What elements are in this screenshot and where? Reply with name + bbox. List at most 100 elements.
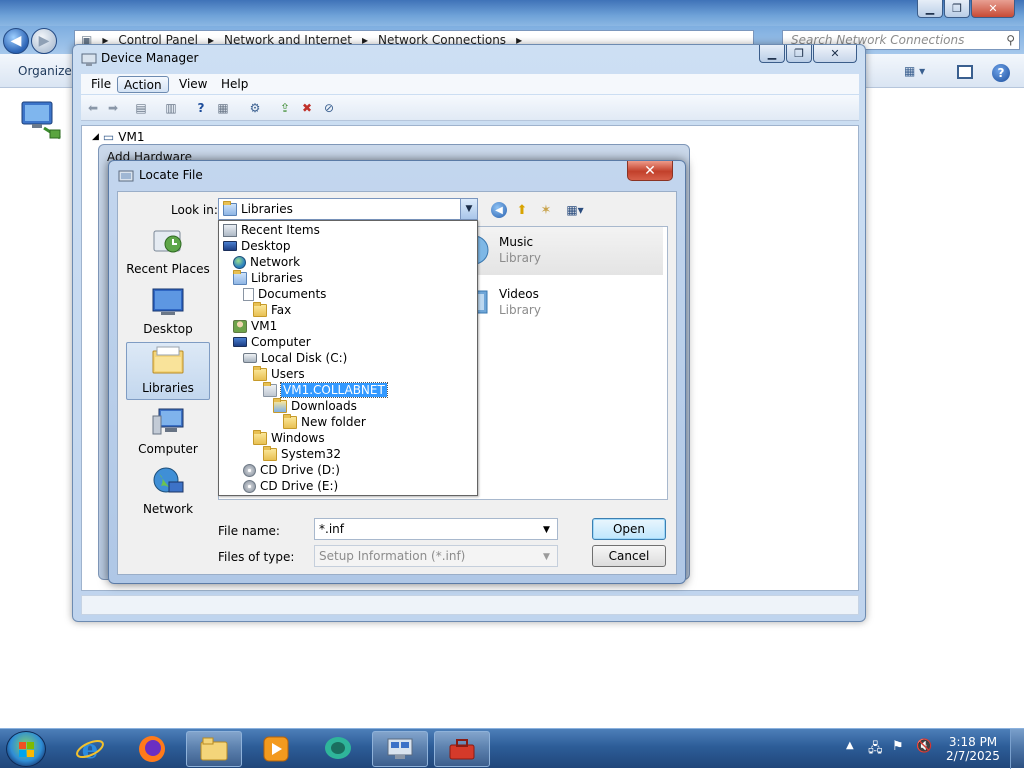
preview-pane-icon[interactable] bbox=[957, 65, 973, 79]
forward-button[interactable]: ▶ bbox=[31, 28, 57, 54]
close-button[interactable]: ✕ bbox=[971, 0, 1015, 18]
dropdown-item-label: Documents bbox=[258, 287, 327, 301]
menu-view[interactable]: View bbox=[173, 76, 213, 93]
change-view-icon[interactable]: ▦ ▾ bbox=[904, 64, 940, 80]
caption-buttons: ▁ ❐ ✕ bbox=[759, 45, 859, 63]
up-one-level-icon[interactable]: ⬆ bbox=[513, 201, 531, 219]
place-desktop[interactable]: Desktop bbox=[126, 282, 210, 340]
chevron-down-icon[interactable]: ▼ bbox=[543, 552, 550, 562]
network-tray-icon[interactable]: 🖧 bbox=[868, 739, 883, 761]
organize-button[interactable]: Organize bbox=[18, 64, 72, 78]
dropdown-item-fax[interactable]: Fax bbox=[253, 301, 291, 318]
taskbar-firefox[interactable] bbox=[124, 731, 180, 767]
show-hidden-icons-icon[interactable]: ▲ bbox=[846, 740, 854, 751]
place-label: Network bbox=[142, 502, 194, 516]
dropdown-item-vm1-collabnet[interactable]: VM1.COLLABNET bbox=[263, 381, 388, 398]
minimize-button[interactable]: ▁ bbox=[917, 0, 943, 18]
downloads-folder-icon bbox=[273, 397, 287, 413]
dropdown-item-libraries[interactable]: Libraries bbox=[233, 269, 303, 286]
recent-items-icon bbox=[223, 223, 237, 237]
dropdown-item-windows[interactable]: Windows bbox=[253, 429, 325, 446]
close-button[interactable]: ✕ bbox=[813, 45, 857, 63]
close-icon: ✕ bbox=[644, 162, 656, 179]
forward-icon[interactable]: ➡ bbox=[105, 100, 121, 116]
maximize-button[interactable]: ❐ bbox=[786, 45, 812, 63]
dropdown-item-label: Network bbox=[250, 255, 301, 269]
dropdown-item-vm1[interactable]: VM1 bbox=[233, 318, 277, 334]
tree-root[interactable]: ◢ ▭ VM1 bbox=[92, 130, 144, 144]
dropdown-item-system32[interactable]: System32 bbox=[263, 445, 341, 462]
taskbar-device-manager[interactable] bbox=[372, 731, 428, 767]
start-button[interactable] bbox=[6, 731, 46, 767]
menu-help[interactable]: Help bbox=[215, 76, 254, 93]
open-button[interactable]: Open bbox=[592, 518, 666, 540]
system-clock[interactable]: 3:18 PM 2/7/2025 bbox=[942, 735, 1004, 763]
place-label: Desktop bbox=[143, 322, 193, 336]
volume-muted-icon[interactable]: 🔇 bbox=[916, 739, 932, 754]
network-adapter-icon[interactable] bbox=[20, 98, 64, 142]
details-icon[interactable]: ▦ bbox=[215, 100, 231, 116]
taskbar-toolbox[interactable] bbox=[434, 731, 490, 767]
chevron-down-icon: ▼ bbox=[465, 204, 473, 214]
maximize-button[interactable]: ❐ bbox=[944, 0, 970, 18]
chevron-down-icon[interactable]: ▼ bbox=[543, 525, 550, 535]
media-player-icon bbox=[263, 736, 289, 762]
action-center-flag-icon[interactable]: ⚑ bbox=[892, 739, 904, 754]
properties-icon[interactable]: ▥ bbox=[163, 100, 179, 116]
taskbar-chat[interactable] bbox=[310, 731, 366, 767]
back-icon[interactable]: ◀ bbox=[491, 202, 507, 218]
place-computer[interactable]: Computer bbox=[126, 402, 210, 460]
dropdown-item-new-folder[interactable]: New folder bbox=[283, 413, 366, 430]
dropdown-item-documents[interactable]: Documents bbox=[243, 286, 326, 302]
uninstall-icon[interactable]: ✖ bbox=[299, 100, 315, 116]
folder-icon bbox=[253, 365, 267, 381]
menu-action[interactable]: Action bbox=[117, 76, 169, 93]
view-menu-icon[interactable]: ▦▾ bbox=[562, 201, 588, 219]
dropdown-item-label: Users bbox=[271, 367, 305, 381]
dropdown-item-downloads[interactable]: Downloads bbox=[273, 397, 357, 414]
scan-hardware-icon[interactable]: ⚙ bbox=[247, 100, 263, 116]
look-in-combobox[interactable]: Libraries bbox=[218, 198, 478, 220]
taskbar-media-player[interactable] bbox=[248, 731, 304, 767]
place-libraries[interactable]: Libraries bbox=[126, 342, 210, 400]
disable-device-icon[interactable]: ⊘ bbox=[321, 100, 337, 116]
dropdown-item-cd-drive-e[interactable]: CD Drive (E:) bbox=[243, 478, 338, 494]
dropdown-item-label: CD Drive (E:) bbox=[260, 479, 339, 493]
cancel-button[interactable]: Cancel bbox=[592, 545, 666, 567]
show-desktop-button[interactable] bbox=[1010, 729, 1024, 769]
dropdown-item-network[interactable]: Network bbox=[233, 254, 300, 270]
menu-file[interactable]: File bbox=[85, 76, 117, 93]
dropdown-item-local-disk-c[interactable]: Local Disk (C:) bbox=[243, 350, 347, 366]
taskbar: e ▲ 🖧 ⚑ 🔇 3:18 PM 2/7/2025 bbox=[0, 728, 1024, 769]
dropdown-item-users[interactable]: Users bbox=[253, 365, 305, 382]
help-icon[interactable]: ? bbox=[992, 64, 1010, 82]
dropdown-item-desktop[interactable]: Desktop bbox=[223, 238, 291, 254]
libraries-icon bbox=[233, 269, 247, 285]
dropdown-item-computer[interactable]: Computer bbox=[233, 334, 311, 350]
place-recent-places[interactable]: Recent Places bbox=[126, 222, 210, 280]
files-of-type-select[interactable]: Setup Information (*.inf) bbox=[314, 545, 558, 567]
folder-icon bbox=[253, 301, 267, 317]
show-hide-tree-icon[interactable]: ▤ bbox=[133, 100, 149, 116]
place-network[interactable]: Network bbox=[126, 462, 210, 520]
close-button[interactable]: ✕ bbox=[627, 161, 673, 181]
forward-arrow-icon: ▶ bbox=[38, 33, 50, 49]
files-of-type-value: Setup Information (*.inf) bbox=[319, 549, 466, 563]
dropdown-item-recent-items[interactable]: Recent Items bbox=[223, 222, 320, 238]
network-icon bbox=[153, 467, 184, 493]
back-icon[interactable]: ⬅ bbox=[85, 100, 101, 116]
collapse-arrow-icon[interactable]: ◢ bbox=[92, 132, 99, 142]
device-manager-icon bbox=[81, 53, 97, 66]
help-icon[interactable]: ? bbox=[193, 100, 209, 116]
taskbar-windows-explorer[interactable] bbox=[186, 731, 242, 767]
look-in-dropdown-button[interactable]: ▼ bbox=[460, 199, 477, 219]
dropdown-item-cd-drive-d[interactable]: CD Drive (D:) bbox=[243, 462, 340, 478]
minimize-button[interactable]: ▁ bbox=[759, 45, 785, 63]
back-button[interactable]: ◀ bbox=[3, 28, 29, 54]
new-folder-icon[interactable]: ✶ bbox=[537, 201, 555, 219]
back-arrow-icon: ◀ bbox=[10, 33, 22, 49]
taskbar-internet-explorer[interactable]: e bbox=[62, 731, 118, 767]
windows-explorer-icon bbox=[200, 737, 228, 761]
file-name-input[interactable]: *.inf bbox=[314, 518, 558, 540]
update-driver-icon[interactable]: ⇪ bbox=[277, 100, 293, 116]
